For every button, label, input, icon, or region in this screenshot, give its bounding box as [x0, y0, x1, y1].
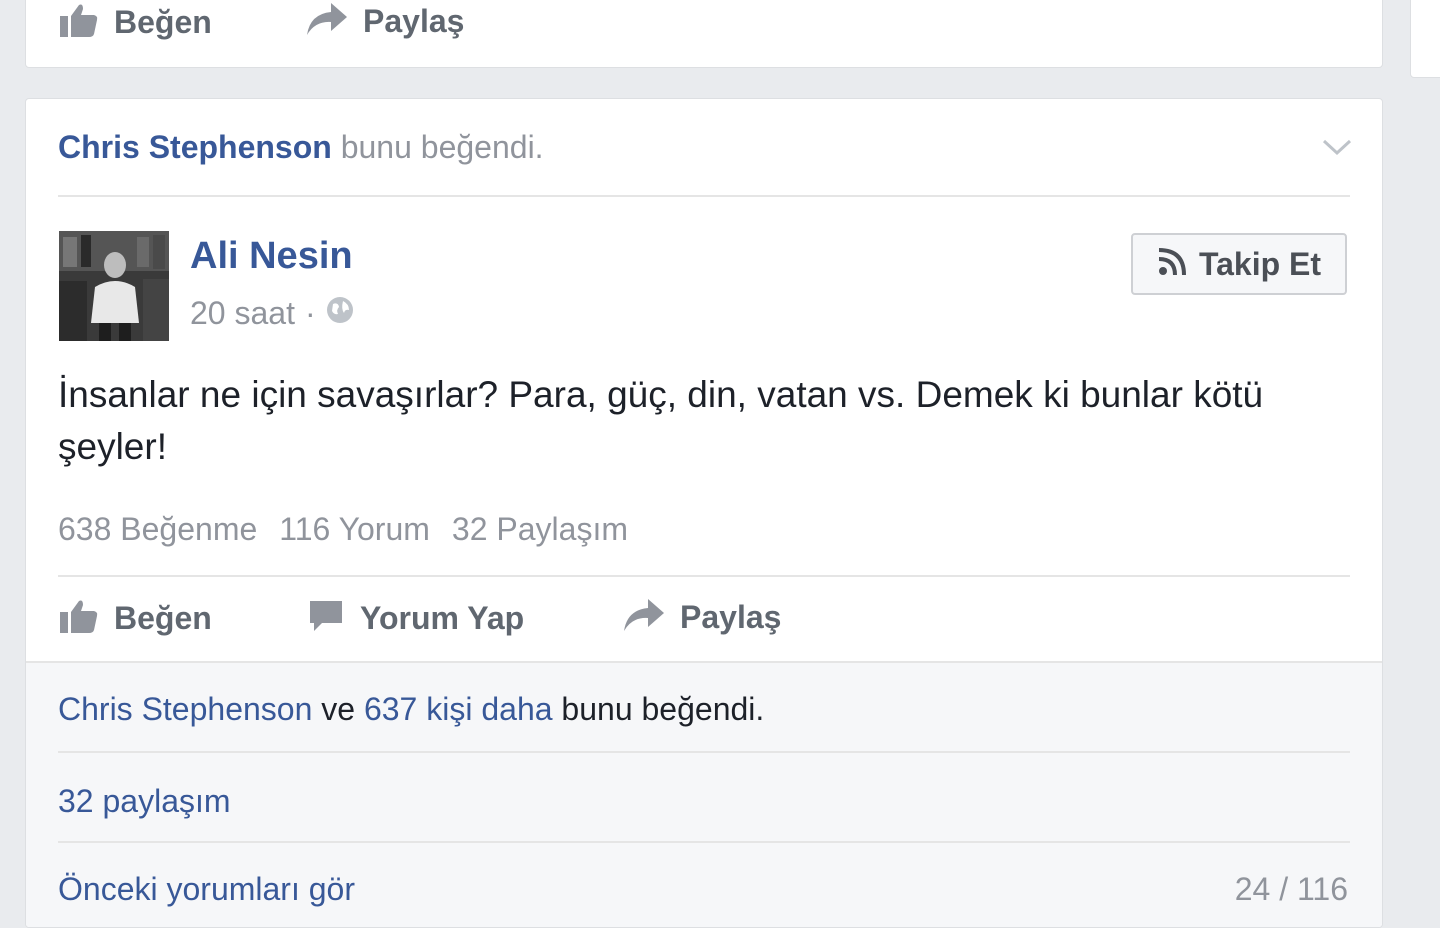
likes-divider [58, 751, 1350, 753]
story-actor-link[interactable]: Chris Stephenson [58, 129, 332, 165]
previous-share-label: Paylaş [363, 3, 465, 39]
previous-like-button[interactable]: Beğen [60, 3, 212, 42]
author-avatar[interactable] [59, 231, 169, 341]
feedback-area: Chris Stephenson ve 637 kişi daha bunu b… [26, 661, 1382, 927]
shares-link[interactable]: 32 paylaşım [58, 783, 231, 820]
like-icon [60, 599, 98, 638]
share-icon [307, 3, 347, 40]
post-stats: 638 Beğenme 116 Yorum 32 Paylaşım [58, 511, 628, 548]
story-header: Chris Stephenson bunu beğendi. [58, 129, 544, 166]
view-previous-comments-link[interactable]: Önceki yorumları gör [58, 871, 355, 908]
like-icon [60, 3, 98, 42]
liker-link[interactable]: Chris Stephenson [58, 691, 312, 727]
like-button[interactable]: Beğen [60, 599, 212, 638]
comments-count[interactable]: 116 Yorum [279, 511, 430, 548]
others-link[interactable]: 637 kişi daha [364, 691, 553, 727]
likes-suffix: bunu beğendi. [561, 691, 765, 727]
header-divider [58, 195, 1350, 197]
shares-divider [58, 841, 1350, 843]
share-button[interactable]: Paylaş [624, 599, 781, 636]
follow-label: Takip Et [1198, 245, 1322, 282]
post-meta: 20 saat · [190, 295, 354, 332]
post-text: İnsanlar ne için savaşırlar? Para, güç, … [58, 374, 1264, 467]
globe-icon[interactable] [326, 295, 354, 332]
post-card: Chris Stephenson bunu beğendi. Ali Nesin… [25, 98, 1383, 928]
follow-button[interactable]: Takip Et [1131, 233, 1347, 295]
like-label: Beğen [114, 600, 212, 636]
post-timestamp[interactable]: 20 saat [190, 295, 295, 332]
share-icon [624, 599, 664, 636]
meta-separator: · [304, 295, 316, 331]
comment-button[interactable]: Yorum Yap [308, 599, 524, 638]
story-activity: bunu beğendi. [340, 129, 544, 165]
right-column-card [1410, 0, 1440, 78]
likes-summary: Chris Stephenson ve 637 kişi daha bunu b… [58, 691, 764, 728]
shares-count[interactable]: 32 Paylaşım [452, 511, 628, 548]
chevron-down-icon[interactable] [1322, 139, 1352, 162]
previous-share-button[interactable]: Paylaş [307, 3, 464, 40]
likes-count[interactable]: 638 Beğenme [58, 511, 257, 548]
previous-post-card: Beğen Paylaş [25, 0, 1383, 68]
comment-pagination-count: 24 / 116 [1234, 871, 1348, 907]
rss-icon [1157, 247, 1187, 282]
comment-icon [308, 599, 344, 638]
likes-conjunction: ve [321, 691, 356, 727]
share-label: Paylaş [680, 599, 782, 635]
previous-like-label: Beğen [114, 4, 212, 40]
comment-label: Yorum Yap [360, 600, 525, 636]
author-name[interactable]: Ali Nesin [190, 235, 353, 278]
actions-divider [58, 575, 1350, 577]
